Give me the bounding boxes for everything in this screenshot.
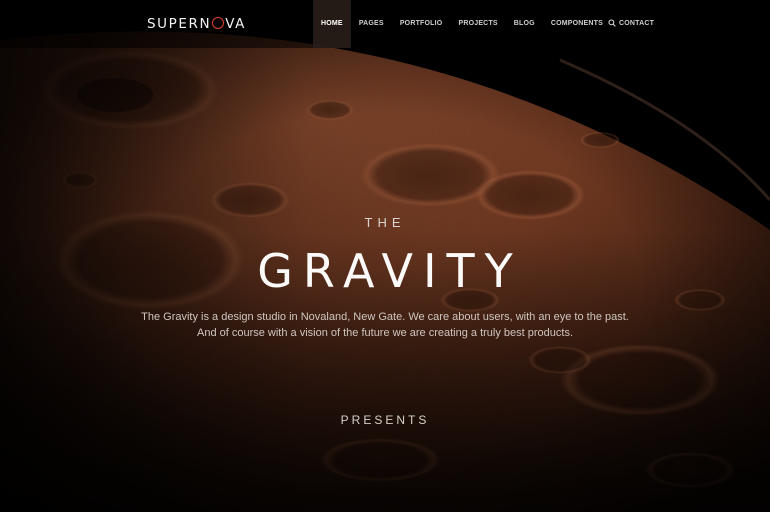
hero-eyebrow: THE [364, 215, 406, 230]
hero-tagline-line-2: And of course with a vision of the futur… [196, 327, 574, 339]
logo-o-ring-icon [212, 17, 225, 29]
nav-item-components[interactable]: COMPONENTS [543, 0, 611, 48]
nav-item-portfolio[interactable]: PORTFOLIO [392, 0, 451, 48]
hero-tagline-line-1: The Gravity is a design studio in Novala… [141, 311, 629, 323]
hero-title: GRAVITY [257, 244, 523, 298]
nav-item-projects[interactable]: PROJECTS [450, 0, 505, 48]
nav-item-blog[interactable]: BLOG [506, 0, 543, 48]
search-icon[interactable] [608, 19, 616, 27]
logo-text-end: VA [225, 16, 247, 32]
logo-text-start: SUPERN [147, 16, 212, 32]
nav-item-pages[interactable]: PAGES [351, 0, 392, 48]
hero-tagline: The Gravity is a design studio in Novala… [0, 309, 770, 341]
nav-item-contact[interactable]: CONTACT [611, 0, 662, 48]
nav-item-home[interactable]: HOME [313, 0, 351, 48]
hero-presents: PRESENTS [340, 413, 430, 427]
top-navigation: SUPERN VA HOME PAGES PORTFOLIO PROJECTS B… [0, 0, 770, 48]
brand-logo[interactable]: SUPERN VA [147, 14, 246, 34]
